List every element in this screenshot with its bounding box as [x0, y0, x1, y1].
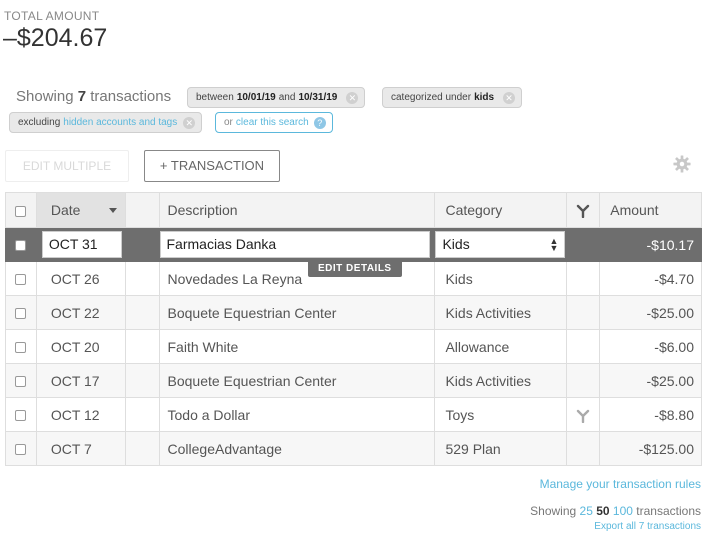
amount-cell: -$6.00	[599, 329, 702, 364]
row-checkbox[interactable]	[15, 342, 27, 354]
page-size-100-link[interactable]: 100	[613, 504, 633, 518]
spacer-cell	[124, 397, 160, 432]
description-cell: Faith White	[158, 329, 436, 364]
row-checkbox-cell	[5, 363, 37, 398]
excluding-filter-chip[interactable]: excluding hidden accounts and tags ✕	[9, 112, 203, 133]
table-row[interactable]: OCT 22 Boquete Equestrian Center Kids Ac…	[5, 295, 702, 330]
amount-cell: -$125.00	[599, 431, 702, 466]
spacer-header	[124, 192, 160, 228]
split-cell	[566, 295, 601, 330]
split-cell	[566, 363, 601, 398]
help-icon[interactable]: ?	[313, 116, 326, 129]
row-checkbox-cell	[5, 329, 37, 364]
date-cell: OCT 12	[35, 397, 126, 432]
row-checkbox-cell	[5, 261, 37, 296]
select-all-header	[5, 192, 37, 228]
date-column-header[interactable]: Date	[35, 192, 126, 228]
row-checkbox-cell	[5, 227, 37, 262]
row-checkbox-cell	[5, 295, 37, 330]
spacer-cell	[124, 227, 160, 262]
table-row[interactable]: OCT 7 CollegeAdvantage 529 Plan -$125.00	[5, 431, 702, 466]
date-cell: OCT 20	[35, 329, 126, 364]
edit-multiple-button[interactable]: EDIT MULTIPLE	[5, 150, 129, 182]
table-row[interactable]: OCT 12 Todo a Dollar Toys -$8.80	[5, 397, 702, 432]
category-cell: Toys	[434, 397, 568, 432]
category-cell: 529 Plan	[434, 431, 568, 466]
spacer-cell	[124, 295, 160, 330]
date-filter-chip[interactable]: between 10/01/19 and 10/31/19 ✕	[187, 87, 366, 108]
date-cell: OCT 17	[35, 363, 126, 398]
table-row[interactable]: OCT 17 Boquete Equestrian Center Kids Ac…	[5, 363, 702, 398]
page-size-25-link[interactable]: 25	[580, 504, 593, 518]
date-cell: OCT 7	[35, 431, 126, 466]
gear-icon[interactable]	[673, 155, 691, 173]
description-cell: Farmacias Danka	[158, 227, 436, 262]
total-amount-label: TOTAL AMOUNT	[4, 9, 100, 23]
description-cell: Boquete Equestrian Center	[158, 363, 436, 398]
split-column-header[interactable]	[566, 192, 601, 228]
category-cell: Kids Activities	[434, 363, 568, 398]
table-row-selected[interactable]: OCT 31 Farmacias Danka Kids ▲ ▼ -$10.17	[5, 227, 702, 262]
category-column-header[interactable]: Category	[434, 192, 568, 228]
add-transaction-button[interactable]: + TRANSACTION	[144, 150, 280, 182]
split-cell	[566, 431, 601, 466]
date-cell: OCT 22	[35, 295, 126, 330]
description-cell: Todo a Dollar	[158, 397, 436, 432]
spacer-cell	[124, 363, 160, 398]
amount-cell: -$8.80	[599, 397, 702, 432]
row-checkbox[interactable]	[15, 240, 27, 252]
category-cell: Kids ▲ ▼	[434, 227, 568, 262]
category-cell: Kids	[434, 261, 568, 296]
select-arrows-icon: ▲ ▼	[549, 236, 559, 253]
sort-descending-icon	[108, 208, 117, 213]
split-icon	[577, 204, 590, 219]
row-checkbox[interactable]	[15, 444, 27, 456]
transaction-count-summary: Showing 7 transactions	[16, 88, 172, 105]
split-cell	[566, 329, 601, 364]
amount-cell: -$4.70	[599, 261, 702, 296]
remove-category-filter-icon[interactable]: ✕	[503, 91, 516, 104]
split-cell	[566, 227, 601, 262]
split-cell[interactable]	[566, 397, 601, 432]
amount-cell: -$25.00	[599, 295, 702, 330]
spacer-cell	[124, 329, 160, 364]
remove-excluding-filter-icon[interactable]: ✕	[183, 116, 196, 129]
amount-column-header[interactable]: Amount	[599, 192, 702, 228]
spacer-cell	[124, 431, 160, 466]
split-cell	[566, 261, 601, 296]
date-cell: OCT 26	[35, 261, 126, 296]
row-checkbox[interactable]	[15, 308, 27, 320]
select-all-checkbox[interactable]	[15, 205, 27, 217]
description-cell: Boquete Equestrian Center	[158, 295, 436, 330]
description-column-header[interactable]: Description	[158, 192, 436, 228]
amount-cell: -$25.00	[599, 363, 702, 398]
description-edit-field[interactable]: Farmacias Danka	[159, 231, 430, 258]
page-size-50-current: 50	[596, 504, 610, 518]
row-checkbox-cell	[5, 431, 37, 466]
page-size-selector: Showing 25 50 100 transactions	[530, 504, 701, 518]
edit-details-button[interactable]: EDIT DETAILS	[308, 261, 402, 277]
total-amount-value: –$204.67	[3, 24, 108, 52]
remove-date-filter-icon[interactable]: ✕	[346, 91, 359, 104]
row-checkbox-cell	[5, 397, 37, 432]
description-cell: CollegeAdvantage	[158, 431, 436, 466]
category-cell: Allowance	[434, 329, 568, 364]
manage-rules-link[interactable]: Manage your transaction rules	[540, 477, 701, 491]
table-row[interactable]: OCT 20 Faith White Allowance -$6.00	[5, 329, 702, 364]
category-cell: Kids Activities	[434, 295, 568, 330]
category-select[interactable]: Kids ▲ ▼	[435, 231, 566, 258]
amount-cell: -$10.17	[599, 227, 702, 262]
row-checkbox[interactable]	[15, 376, 27, 388]
date-cell: OCT 31	[35, 227, 126, 262]
row-checkbox[interactable]	[15, 410, 27, 422]
category-filter-chip[interactable]: categorized under kids ✕	[382, 87, 523, 108]
table-header-row: Date Description Category Amount	[5, 192, 702, 228]
date-edit-field[interactable]: OCT 31	[41, 231, 122, 258]
export-transactions-link[interactable]: Export all 7 transactions	[594, 521, 701, 532]
spacer-cell	[124, 261, 160, 296]
clear-search-chip[interactable]: or clear this search ?	[215, 112, 333, 133]
transactions-table: Date Description Category Amount OCT 31 …	[5, 192, 702, 466]
row-checkbox[interactable]	[15, 274, 27, 286]
split-transaction-icon[interactable]	[576, 409, 590, 423]
